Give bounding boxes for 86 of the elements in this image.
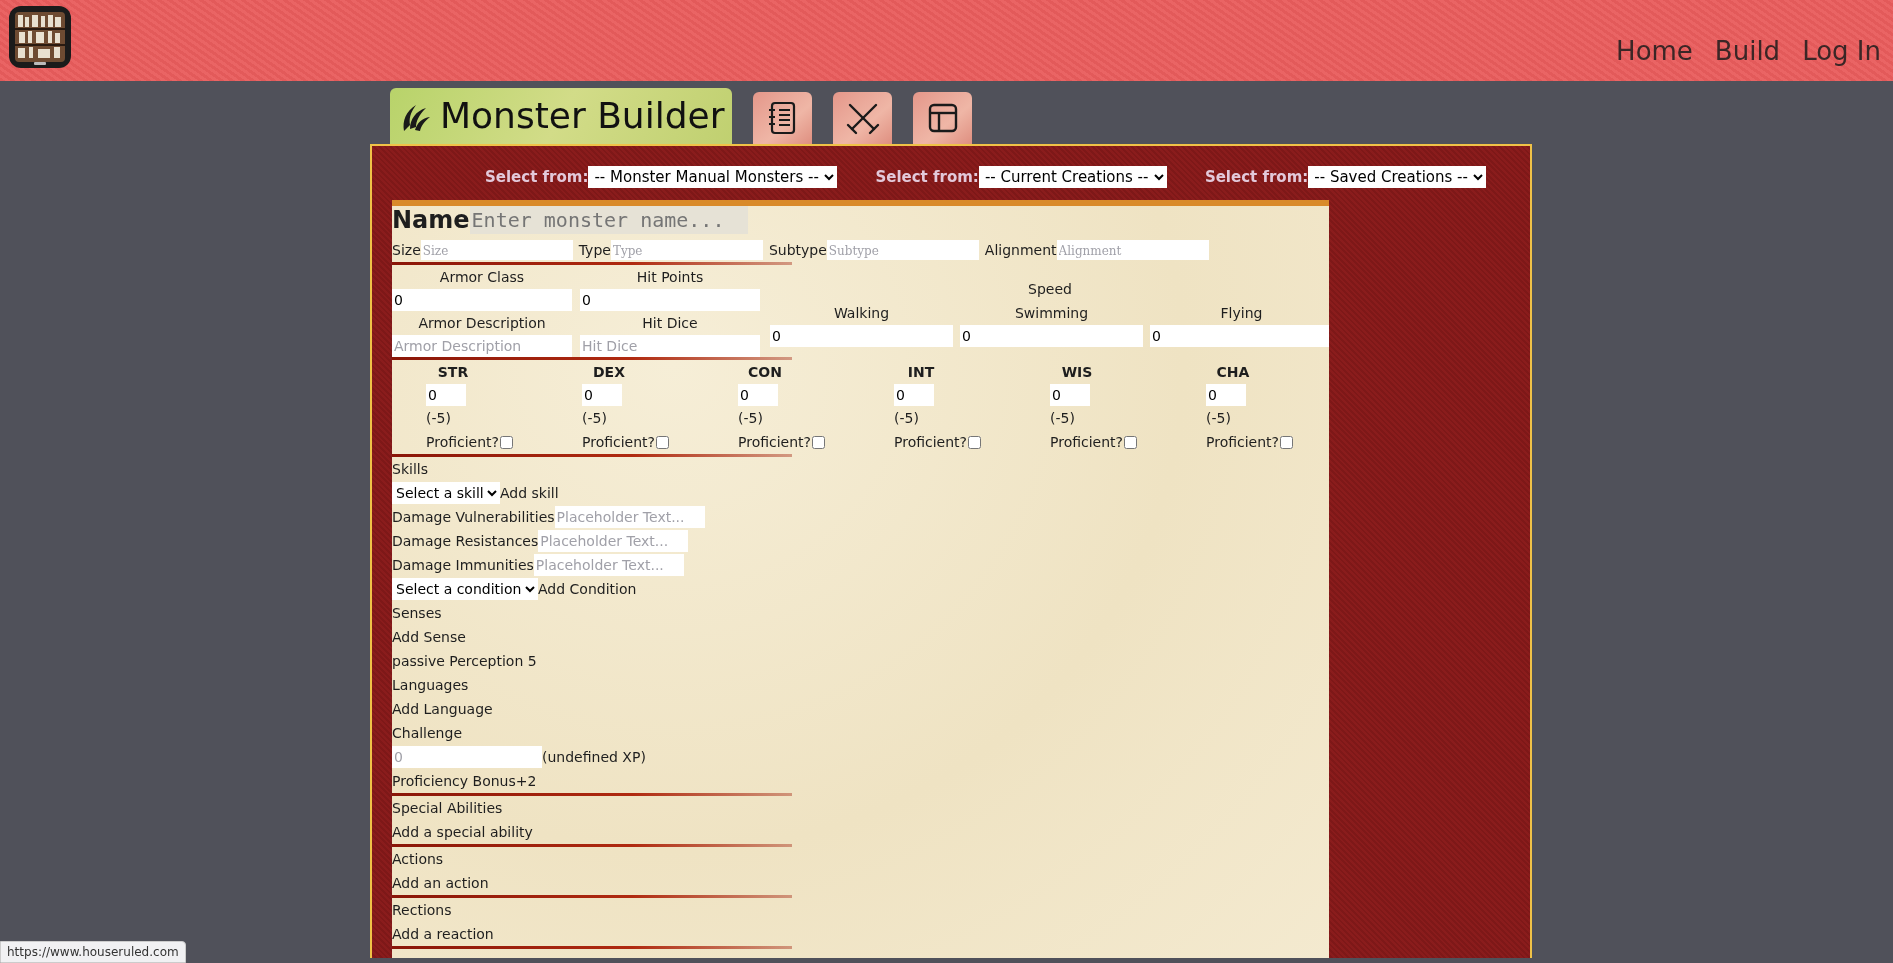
ability-label: CHA: [1215, 363, 1251, 382]
challenge-input[interactable]: 0: [392, 746, 542, 768]
source-select[interactable]: -- Monster Manual Monsters --: [588, 166, 838, 188]
field-label: Walking: [832, 304, 891, 323]
number-input[interactable]: 0: [770, 325, 953, 347]
ability-input[interactable]: 0: [426, 384, 466, 406]
nav-link[interactable]: Home: [1616, 36, 1693, 66]
text-label: Add an action: [392, 874, 489, 893]
text-label: Senses: [392, 604, 442, 623]
nav-link[interactable]: Log In: [1802, 36, 1881, 66]
text-label: Add Language: [392, 700, 493, 719]
proficient-label: Proficient?: [1206, 433, 1280, 452]
number-input[interactable]: 0: [960, 325, 1143, 347]
field-label: Alignment: [984, 240, 1057, 260]
select-label: Select from:: [875, 166, 979, 188]
modifier-text: (-5): [894, 409, 919, 428]
source-select[interactable]: -- Current Creations --: [978, 166, 1167, 188]
field-label: Hit Points: [635, 268, 705, 287]
option-select[interactable]: Select a skill: [392, 482, 500, 504]
text-input[interactable]: Placeholder Text...: [554, 506, 705, 528]
field-label: Swimming: [1013, 304, 1090, 323]
modifier-text: (-5): [426, 409, 451, 428]
modifier-text: (-5): [738, 409, 763, 428]
ability-input[interactable]: 0: [1206, 384, 1246, 406]
proficient-label: Proficient?: [738, 433, 812, 452]
field-label: Size: [392, 240, 421, 260]
number-input[interactable]: 0: [580, 289, 760, 311]
field-label: Type: [578, 240, 611, 260]
proficient-label: Proficient?: [426, 433, 500, 452]
field-label: Armor Description: [417, 314, 547, 333]
number-input[interactable]: Hit Dice: [580, 335, 760, 357]
name-input[interactable]: Enter monster name...: [469, 206, 748, 234]
text-input[interactable]: Size: [420, 240, 573, 260]
text-label: Special Abilities: [392, 799, 503, 818]
field-label: Damage Resistances: [392, 532, 539, 551]
xp-text: (undefined XP): [542, 748, 646, 767]
option-select[interactable]: Select a condition: [392, 578, 538, 600]
ability-label: DEX: [592, 363, 626, 382]
text-label: Skills: [392, 460, 428, 479]
text-label: Add a special ability: [392, 823, 533, 842]
ability-label: WIS: [1060, 363, 1094, 382]
field-label: Damage Immunities: [392, 556, 534, 575]
ability-label: CON: [747, 363, 783, 382]
number-input[interactable]: Armor Description: [392, 335, 572, 357]
nav-link[interactable]: Build: [1714, 36, 1781, 66]
ability-input[interactable]: 0: [582, 384, 622, 406]
name-label: Name: [392, 206, 470, 236]
text-label: passive Perception 5: [392, 652, 537, 671]
number-input[interactable]: 0: [1150, 325, 1329, 347]
status-url: https://www.houseruled.com: [0, 941, 186, 963]
modifier-text: (-5): [1206, 409, 1231, 428]
ability-input[interactable]: 0: [1050, 384, 1090, 406]
ability-input[interactable]: 0: [738, 384, 778, 406]
field-label: Damage Vulnerabilities: [392, 508, 555, 527]
text-input[interactable]: Alignment: [1056, 240, 1209, 260]
monster-builder-tab[interactable]: Monster Builder: [390, 88, 733, 144]
text-label: Proficiency Bonus+2: [392, 772, 537, 791]
field-label: Flying: [1219, 304, 1264, 323]
select-label: Select from:: [485, 166, 589, 188]
proficient-label: Proficient?: [894, 433, 968, 452]
field-label: Hit Dice: [641, 314, 699, 333]
add-link[interactable]: Add skill: [500, 481, 559, 505]
modifier-text: (-5): [1050, 409, 1075, 428]
field-label: Subtype: [768, 240, 827, 260]
text-label: Challenge: [392, 724, 462, 743]
source-select[interactable]: -- Saved Creations --: [1308, 166, 1487, 188]
speed-label: Speed: [1027, 280, 1073, 299]
proficient-label: Proficient?: [582, 433, 656, 452]
ability-input[interactable]: 0: [894, 384, 934, 406]
ability-label: STR: [436, 363, 470, 382]
text-label: Add Sense: [392, 628, 466, 647]
field-label: Armor Class: [438, 268, 526, 287]
text-input[interactable]: Placeholder Text...: [538, 530, 689, 552]
text-input[interactable]: Subtype: [826, 240, 979, 260]
text-input[interactable]: Placeholder Text...: [533, 554, 684, 576]
add-link[interactable]: Add Condition: [538, 577, 637, 601]
text-label: Actions: [392, 850, 444, 869]
proficient-label: Proficient?: [1050, 433, 1124, 452]
text-label: Languages: [392, 676, 469, 695]
ability-label: INT: [906, 363, 936, 382]
select-label: Select from:: [1204, 166, 1309, 188]
text-label: Add a reaction: [392, 925, 494, 944]
text-label: Rections: [392, 901, 452, 920]
modifier-text: (-5): [582, 409, 607, 428]
text-input[interactable]: Type: [610, 240, 763, 260]
number-input[interactable]: 0: [392, 289, 572, 311]
